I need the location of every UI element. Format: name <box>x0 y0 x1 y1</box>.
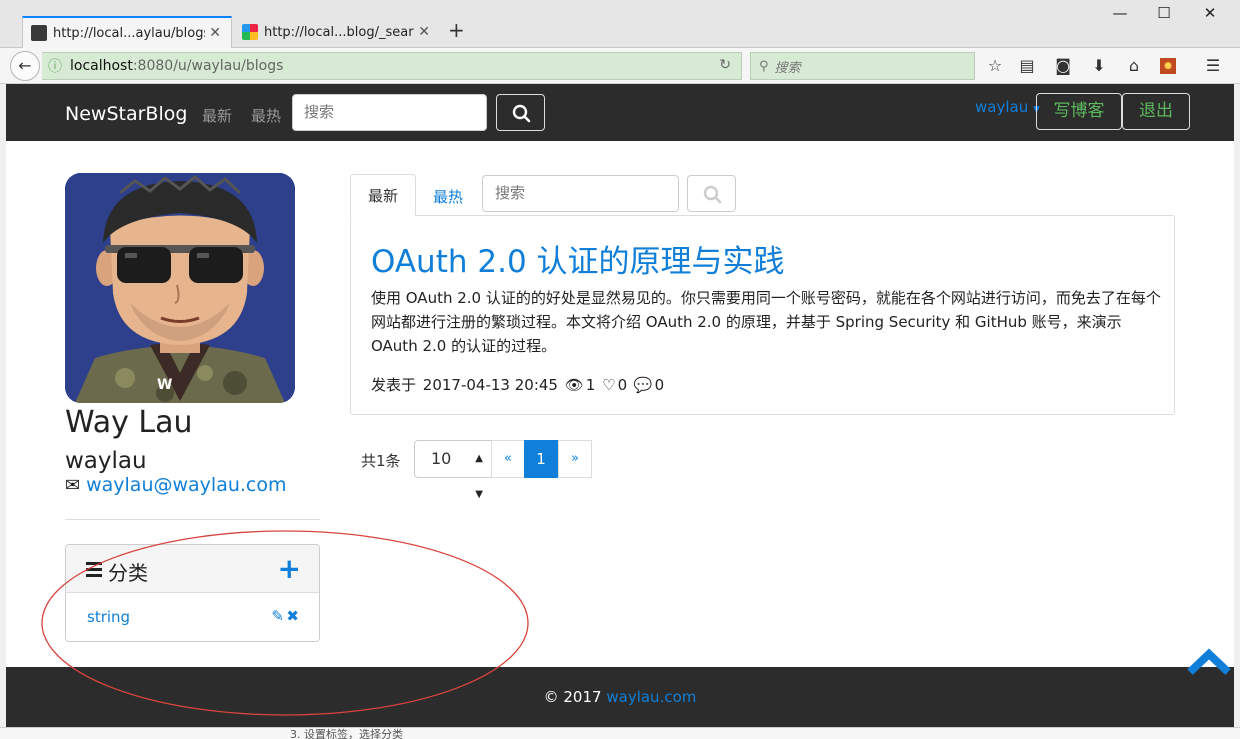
category-link[interactable]: string <box>87 608 130 626</box>
blog-post-card: OAuth 2.0 认证的原理与实践 使用 OAuth 2.0 认证的的好处是显… <box>350 215 1175 415</box>
comment-icon: 💬 <box>633 375 653 394</box>
footer-copyright: © 2017 <box>543 688 602 706</box>
nav-link-hot[interactable]: 最热 <box>251 105 281 126</box>
blog-search-input[interactable]: 搜索 <box>482 175 679 212</box>
address-bar[interactable]: ⓘ localhost:8080/u/waylau/blogs ↻ <box>42 52 742 80</box>
post-summary: 使用 OAuth 2.0 认证的的好处是显然易见的。你只需要用同一个账号密码，就… <box>371 289 1161 355</box>
profile-username: waylau <box>65 448 147 474</box>
bookmark-star-icon[interactable]: ☆ <box>984 56 1006 75</box>
site-favicon-icon <box>31 25 47 41</box>
like-count: 0 <box>617 375 628 394</box>
reading-list-icon[interactable]: ▤ <box>1016 56 1038 75</box>
published-date: 2017-04-13 20:45 <box>422 375 558 394</box>
search-icon: ⚲ <box>759 58 769 74</box>
info-icon[interactable]: ⓘ <box>48 56 62 76</box>
browser-search-placeholder: 搜索 <box>774 60 801 76</box>
tab-latest[interactable]: 最新 <box>350 174 416 216</box>
page-size-select[interactable]: 10 ▲ ▼ <box>414 440 492 500</box>
select-caret-icon: ▲ ▼ <box>475 453 483 500</box>
browser-tabstrip: http://local...aylau/blogs ✕ http://loca… <box>0 0 1240 48</box>
post-meta: 发表于 2017-04-13 20:45 👁 1 ♡ 0 💬 0 <box>371 374 666 395</box>
url-path: :8080/u/waylau/blogs <box>132 58 284 74</box>
close-tab-icon[interactable]: ✕ <box>209 25 221 41</box>
window-close-icon[interactable]: ✕ <box>1188 4 1232 22</box>
add-category-icon[interactable]: + <box>278 552 301 585</box>
delete-category-icon[interactable]: ✖ <box>286 607 299 625</box>
published-prefix: 发表于 <box>371 376 417 394</box>
pagination-page-1[interactable]: 1 <box>524 440 558 478</box>
tab-title: http://local...blog/_search <box>264 24 415 40</box>
avatar-image: W <box>65 173 295 403</box>
home-icon[interactable]: ⌂ <box>1123 56 1145 75</box>
site-footer: © 2017 waylau.com <box>6 667 1234 727</box>
heart-icon: ♡ <box>602 375 616 394</box>
profile-email-link[interactable]: waylau@waylau.com <box>86 474 286 496</box>
category-panel: 分类 + string ✎ ✖ <box>65 544 320 642</box>
pocket-icon[interactable]: ◙ <box>1052 56 1074 75</box>
pagination-next[interactable]: » <box>558 440 592 478</box>
extension-icon[interactable]: ✹ <box>1160 58 1176 74</box>
back-arrow-icon[interactable]: ← <box>10 51 40 81</box>
category-title: 分类 <box>108 561 148 585</box>
search-icon <box>512 104 531 123</box>
category-panel-header: 分类 + <box>66 545 319 593</box>
user-dropdown[interactable]: waylau ▼ <box>975 98 1040 116</box>
pagination-total: 共1条 <box>361 452 401 470</box>
comment-count: 0 <box>654 375 665 394</box>
reload-icon[interactable]: ↻ <box>719 57 731 73</box>
category-item: string ✎ ✖ <box>66 593 319 641</box>
tab-title: http://local...aylau/blogs <box>53 25 206 41</box>
profile-email-row: ✉ waylau@waylau.com <box>65 474 287 496</box>
site-navbar: NewStarBlog 最新 最热 搜索 waylau ▼ 写博客 退出 <box>6 84 1234 141</box>
underlying-document-strip <box>0 727 1240 739</box>
menu-icon[interactable]: ☰ <box>1202 56 1224 75</box>
page-size-value: 10 <box>431 449 452 468</box>
underlying-document-text: 3. 设置标签，选择分类 <box>290 728 403 739</box>
logout-button[interactable]: 退出 <box>1122 93 1190 130</box>
edit-category-icon[interactable]: ✎ <box>271 607 284 625</box>
minimize-icon[interactable]: — <box>1098 4 1142 22</box>
browser-tab-search[interactable]: http://local...blog/_search ✕ <box>234 16 440 48</box>
back-to-top-icon[interactable] <box>1186 646 1232 676</box>
nav-search-button[interactable] <box>496 94 545 131</box>
url-host: localhost <box>70 58 133 74</box>
window-frame-right <box>1234 84 1240 727</box>
write-blog-button[interactable]: 写博客 <box>1036 93 1122 130</box>
window-frame-left <box>0 84 6 727</box>
search-icon <box>703 185 722 204</box>
user-name: waylau <box>975 98 1029 116</box>
view-count: 1 <box>585 375 596 394</box>
maximize-icon[interactable]: ☐ <box>1142 4 1186 22</box>
sidebar-divider <box>65 519 320 520</box>
nav-link-latest[interactable]: 最新 <box>202 105 232 126</box>
browser-tab-blogs[interactable]: http://local...aylau/blogs ✕ <box>22 16 232 48</box>
svg-text:W: W <box>157 377 172 393</box>
pagination-prev[interactable]: « <box>491 440 525 478</box>
close-tab-icon[interactable]: ✕ <box>418 24 430 40</box>
profile-name: Way Lau <box>65 405 193 440</box>
footer-link[interactable]: waylau.com <box>606 688 696 706</box>
post-title-link[interactable]: OAuth 2.0 认证的原理与实践 <box>371 236 785 281</box>
download-icon[interactable]: ⬇ <box>1088 56 1110 75</box>
list-bars-icon <box>86 562 102 580</box>
new-tab-button[interactable]: + <box>448 18 465 42</box>
avatar: W <box>65 173 295 403</box>
tab-hot[interactable]: 最热 <box>433 186 463 207</box>
elastic-favicon-icon <box>242 24 258 40</box>
blog-search-button[interactable] <box>687 175 736 212</box>
browser-search-input[interactable]: ⚲ 搜索 <box>750 52 975 80</box>
nav-search-input[interactable]: 搜索 <box>292 94 487 131</box>
envelope-icon: ✉ <box>65 474 81 496</box>
brand-logo[interactable]: NewStarBlog <box>65 103 187 125</box>
eye-icon: 👁 <box>564 375 584 394</box>
browser-toolbar: ← ⓘ localhost:8080/u/waylau/blogs ↻ ⚲ 搜索… <box>0 48 1240 84</box>
